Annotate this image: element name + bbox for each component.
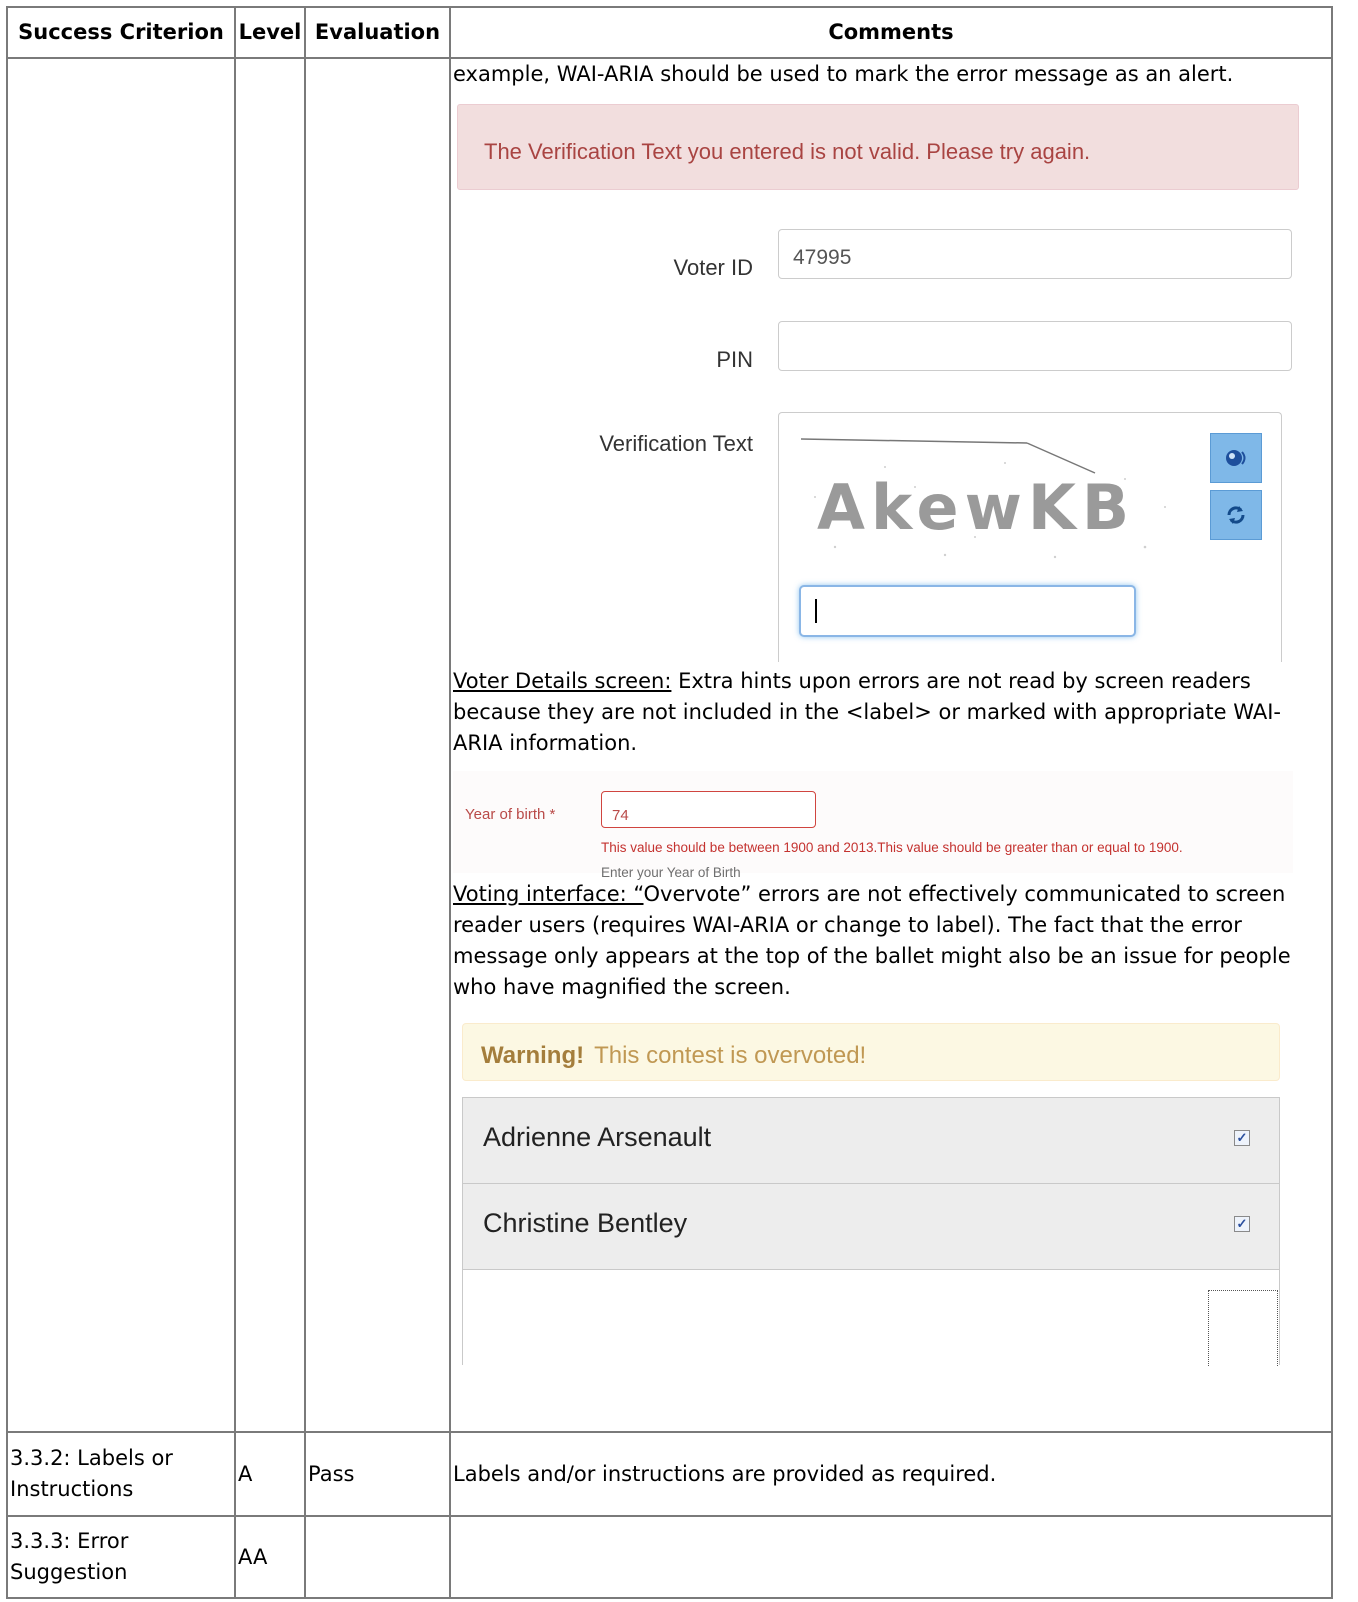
warning-strong: Warning! <box>481 1042 585 1069</box>
text-caret <box>815 599 817 623</box>
error-alert: The Verification Text you entered is not… <box>457 104 1299 190</box>
voter-id-field[interactable]: 47995 <box>778 229 1292 279</box>
warning-text: This contest is overvoted! <box>594 1042 867 1069</box>
year-of-birth-hint: Enter your Year of Birth <box>601 865 741 880</box>
voter-id-value: 47995 <box>793 246 852 269</box>
list-item[interactable]: Christine Bentley ✓ <box>463 1184 1279 1270</box>
table-row: 3.3.3: Error Suggestion AA <box>6 1515 1333 1599</box>
header-success-criterion: Success Criterion <box>6 6 236 59</box>
header-level: Level <box>234 6 306 59</box>
captcha-form-screenshot: The Verification Text you entered is not… <box>453 104 1309 666</box>
verification-text-label: Verification Text <box>599 431 753 456</box>
candidate-list: Adrienne Arsenault ✓ Christine Bentley ✓ <box>462 1097 1280 1366</box>
criterion-cell <box>6 57 236 1433</box>
candidate-name: Christine Bentley <box>483 1208 688 1238</box>
header-row: Success Criterion Level Evaluation Comme… <box>6 6 1333 59</box>
year-of-birth-label: Year of birth * <box>465 806 556 823</box>
pin-label: PIN <box>716 347 753 372</box>
year-of-birth-value: 74 <box>612 807 629 824</box>
comments-cell: Labels and/or instructions are provided … <box>449 1431 1333 1517</box>
candidate-checkbox[interactable]: ✓ <box>1234 1130 1250 1146</box>
header-comments: Comments <box>449 6 1333 59</box>
criterion-cell: 3.3.3: Error Suggestion <box>6 1515 236 1599</box>
candidate-checkbox[interactable]: ✓ <box>1234 1216 1250 1232</box>
voting-interface-comment: Voting interface: “Overvote” errors are … <box>453 879 1329 1003</box>
captcha-panel: AkewKB <box>778 412 1282 662</box>
table-row: 3.3.2: Labels or Instructions A Pass Lab… <box>6 1431 1333 1517</box>
year-of-birth-screenshot: Year of birth * 74 This value should be … <box>453 771 1293 880</box>
comments-cell: example, WAI-ARIA should be used to mark… <box>449 57 1333 1433</box>
wcag-evaluation-table: Success Criterion Level Evaluation Comme… <box>6 6 1333 1599</box>
pin-field[interactable] <box>778 321 1292 371</box>
comment-intro: example, WAI-ARIA should be used to mark… <box>453 62 1234 86</box>
level-cell <box>234 57 306 1433</box>
overvote-screenshot: Warning! This contest is overvoted! Adrie… <box>453 1023 1280 1366</box>
comments-cell <box>449 1515 1333 1599</box>
level-cell: A <box>234 1431 306 1517</box>
candidate-name: Adrienne Arsenault <box>483 1122 712 1152</box>
overvote-warning: Warning! This contest is overvoted! <box>462 1023 1280 1081</box>
year-of-birth-field[interactable]: 74 <box>601 791 816 828</box>
voter-details-heading: Voter Details screen: <box>453 669 672 693</box>
criterion-cell: 3.3.2: Labels or Instructions <box>6 1431 236 1517</box>
speaker-icon[interactable] <box>1210 433 1262 483</box>
level-cell: AA <box>234 1515 306 1599</box>
captcha-text: AkewKB <box>817 471 1135 544</box>
page: Success Criterion Level Evaluation Comme… <box>0 0 1358 1602</box>
voter-details-comment: Voter Details screen: Extra hints upon e… <box>453 666 1329 759</box>
captcha-image: AkewKB <box>800 438 1166 559</box>
focus-outline <box>1208 1290 1278 1366</box>
refresh-icon[interactable] <box>1210 490 1262 540</box>
evaluation-cell <box>304 1515 451 1599</box>
table-row: example, WAI-ARIA should be used to mark… <box>6 57 1333 1433</box>
evaluation-cell <box>304 57 451 1433</box>
evaluation-cell: Pass <box>304 1431 451 1517</box>
list-item <box>463 1270 1279 1366</box>
verification-text-input[interactable] <box>799 585 1136 637</box>
header-evaluation: Evaluation <box>304 6 451 59</box>
list-item[interactable]: Adrienne Arsenault ✓ <box>463 1098 1279 1184</box>
voter-id-label: Voter ID <box>673 255 753 280</box>
